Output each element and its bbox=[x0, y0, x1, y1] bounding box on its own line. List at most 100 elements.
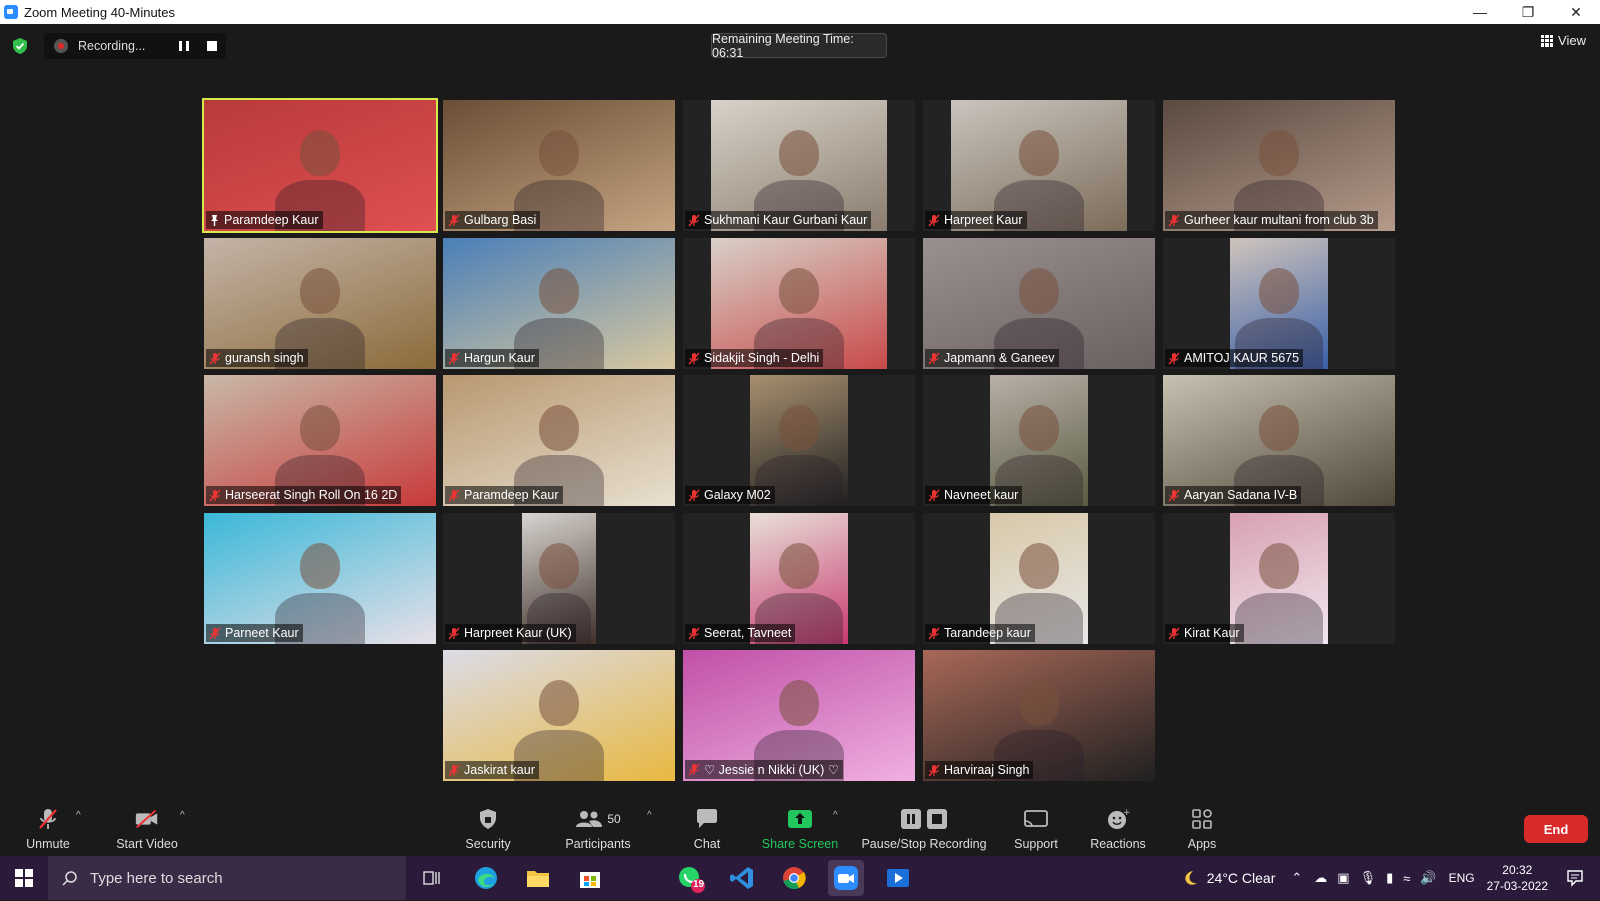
video-options-caret-icon[interactable]: ^ bbox=[180, 810, 185, 821]
unmute-button[interactable]: Unmute bbox=[22, 798, 74, 856]
share-screen-button[interactable]: Share Screen bbox=[760, 798, 840, 856]
participant-tile[interactable]: Harviraaj Singh bbox=[923, 650, 1155, 781]
participant-tile[interactable]: Aaryan Sadana IV-B bbox=[1163, 375, 1395, 506]
participant-tile[interactable]: ♡ Jessie n Nikki (UK) ♡ bbox=[683, 650, 915, 781]
participant-name-label: Sukhmani Kaur Gurbani Kaur bbox=[685, 211, 872, 229]
apps-button[interactable]: Apps bbox=[1180, 798, 1224, 856]
microphone-muted-icon bbox=[928, 489, 940, 502]
pause-stop-recording-button[interactable]: Pause/Stop Recording bbox=[860, 798, 988, 856]
participant-silhouette bbox=[539, 405, 579, 451]
microphone-muted-icon bbox=[1168, 627, 1180, 640]
search-placeholder: Type here to search bbox=[90, 869, 223, 887]
window-titlebar: Zoom Meeting 40-Minutes — ❐ ✕ bbox=[0, 0, 1600, 24]
participant-name-label: Gulbarg Basi bbox=[445, 211, 541, 229]
taskbar-clock[interactable]: 20:32 27-03-2022 bbox=[1487, 862, 1548, 894]
participant-silhouette bbox=[1019, 680, 1059, 726]
participant-tile[interactable]: Gulbarg Basi bbox=[443, 100, 675, 231]
participant-name: Aaryan Sadana IV-B bbox=[1184, 488, 1298, 502]
window-controls: — ❐ ✕ bbox=[1456, 0, 1600, 24]
participant-tile[interactable]: Harseerat Singh Roll On 16 2D bbox=[204, 375, 436, 506]
participant-name: Navneet kaur bbox=[944, 488, 1019, 502]
participant-name: Gulbarg Basi bbox=[464, 213, 537, 227]
participant-tile[interactable]: Gurheer kaur multani from club 3b bbox=[1163, 100, 1395, 231]
shield-icon[interactable] bbox=[12, 37, 28, 55]
end-meeting-button[interactable]: End bbox=[1524, 815, 1588, 843]
chrome-icon[interactable] bbox=[780, 864, 808, 892]
participant-tile[interactable]: Kirat Kaur bbox=[1163, 513, 1395, 644]
participant-tile[interactable]: AMITOJ KAUR 5675 bbox=[1163, 238, 1395, 369]
participant-tile[interactable]: Japmann & Ganeev bbox=[923, 238, 1155, 369]
weather-text[interactable]: 24°C Clear bbox=[1207, 870, 1276, 886]
participant-tile[interactable]: Navneet kaur bbox=[923, 375, 1155, 506]
stop-recording-icon[interactable] bbox=[207, 41, 217, 51]
volume-icon[interactable]: 🔊 bbox=[1420, 870, 1436, 886]
security-button[interactable]: Security bbox=[462, 798, 514, 856]
participant-video bbox=[1230, 513, 1328, 644]
zoom-taskbar-icon[interactable] bbox=[828, 860, 864, 896]
participant-tile[interactable]: Harpreet Kaur bbox=[923, 100, 1155, 231]
microphone-muted-icon bbox=[928, 352, 940, 365]
windows-start-button[interactable] bbox=[0, 856, 48, 900]
view-button[interactable]: View bbox=[1541, 33, 1586, 48]
battery-icon[interactable]: ▮ bbox=[1386, 870, 1393, 886]
participants-button[interactable]: 50 Participants bbox=[560, 798, 636, 856]
start-video-button[interactable]: Start Video bbox=[112, 798, 182, 856]
notification-center-icon[interactable] bbox=[1566, 869, 1584, 887]
support-button[interactable]: Support bbox=[1010, 798, 1062, 856]
participant-tile[interactable]: Paramdeep Kaur bbox=[443, 375, 675, 506]
participant-tile[interactable]: Sukhmani Kaur Gurbani Kaur bbox=[683, 100, 915, 231]
microphone-muted-icon bbox=[688, 352, 700, 365]
microphone-muted-icon bbox=[1168, 352, 1180, 365]
taskbar-search-box[interactable]: Type here to search bbox=[48, 856, 406, 900]
audio-options-caret-icon[interactable]: ^ bbox=[76, 810, 81, 821]
media-player-icon[interactable] bbox=[884, 864, 912, 892]
participant-name: Tarandeep kaur bbox=[944, 626, 1031, 640]
clock-date: 27-03-2022 bbox=[1486, 879, 1548, 893]
share-options-caret-icon[interactable]: ^ bbox=[833, 810, 838, 821]
microphone-icon[interactable]: 🎙 bbox=[1360, 870, 1377, 886]
minimize-button[interactable]: — bbox=[1456, 0, 1504, 24]
participants-options-caret-icon[interactable]: ^ bbox=[647, 810, 652, 821]
participant-tile[interactable]: Paramdeep Kaur bbox=[202, 98, 438, 233]
file-explorer-icon[interactable] bbox=[524, 864, 552, 892]
participant-tile[interactable]: guransh singh bbox=[204, 238, 436, 369]
clock-time: 20:32 bbox=[1502, 863, 1533, 877]
vscode-icon[interactable] bbox=[728, 864, 756, 892]
participant-name-label: Navneet kaur bbox=[925, 486, 1023, 504]
participant-tile[interactable]: Hargun Kaur bbox=[443, 238, 675, 369]
reactions-button[interactable]: + Reactions bbox=[1088, 798, 1148, 856]
pause-stop-icon bbox=[897, 807, 951, 831]
edge-browser-icon[interactable] bbox=[472, 864, 500, 892]
task-view-icon[interactable] bbox=[418, 864, 446, 892]
participant-tile[interactable]: Seerat, Tavneet bbox=[683, 513, 915, 644]
share-screen-label: Share Screen bbox=[761, 837, 839, 851]
participant-name: Galaxy M02 bbox=[704, 488, 771, 502]
chat-button[interactable]: Chat bbox=[684, 798, 730, 856]
participant-name-label: Jaskirat kaur bbox=[445, 761, 539, 779]
wifi-icon[interactable]: ≈ bbox=[1403, 871, 1410, 886]
participant-tile[interactable]: Harpreet Kaur (UK) bbox=[443, 513, 675, 644]
chat-icon bbox=[694, 807, 720, 831]
start-video-label: Start Video bbox=[116, 837, 178, 851]
microphone-muted-icon bbox=[688, 214, 700, 227]
onedrive-cloud-icon[interactable]: ☁ bbox=[1314, 870, 1327, 886]
language-indicator[interactable]: ENG bbox=[1449, 871, 1475, 885]
search-icon bbox=[62, 871, 77, 886]
participant-tile[interactable]: Tarandeep kaur bbox=[923, 513, 1155, 644]
participant-tile[interactable]: Galaxy M02 bbox=[683, 375, 915, 506]
security-label: Security bbox=[465, 837, 511, 851]
participant-name: guransh singh bbox=[225, 351, 304, 365]
close-button[interactable]: ✕ bbox=[1552, 0, 1600, 24]
meet-now-icon[interactable]: ▣ bbox=[1337, 870, 1349, 886]
participant-name-label: AMITOJ KAUR 5675 bbox=[1165, 349, 1304, 367]
participant-tile[interactable]: Sidakjit Singh - Delhi bbox=[683, 238, 915, 369]
pause-stop-recording-label: Pause/Stop Recording bbox=[861, 837, 987, 851]
microsoft-store-icon[interactable] bbox=[576, 864, 604, 892]
participant-tile[interactable]: Jaskirat kaur bbox=[443, 650, 675, 781]
restore-button[interactable]: ❐ bbox=[1504, 0, 1552, 24]
pause-recording-icon[interactable] bbox=[179, 41, 189, 51]
participant-tile[interactable]: Parneet Kaur bbox=[204, 513, 436, 644]
whatsapp-icon[interactable]: 19 bbox=[676, 864, 705, 893]
chevron-up-icon[interactable]: ⌃ bbox=[1291, 870, 1302, 886]
microphone-muted-icon bbox=[209, 489, 221, 502]
